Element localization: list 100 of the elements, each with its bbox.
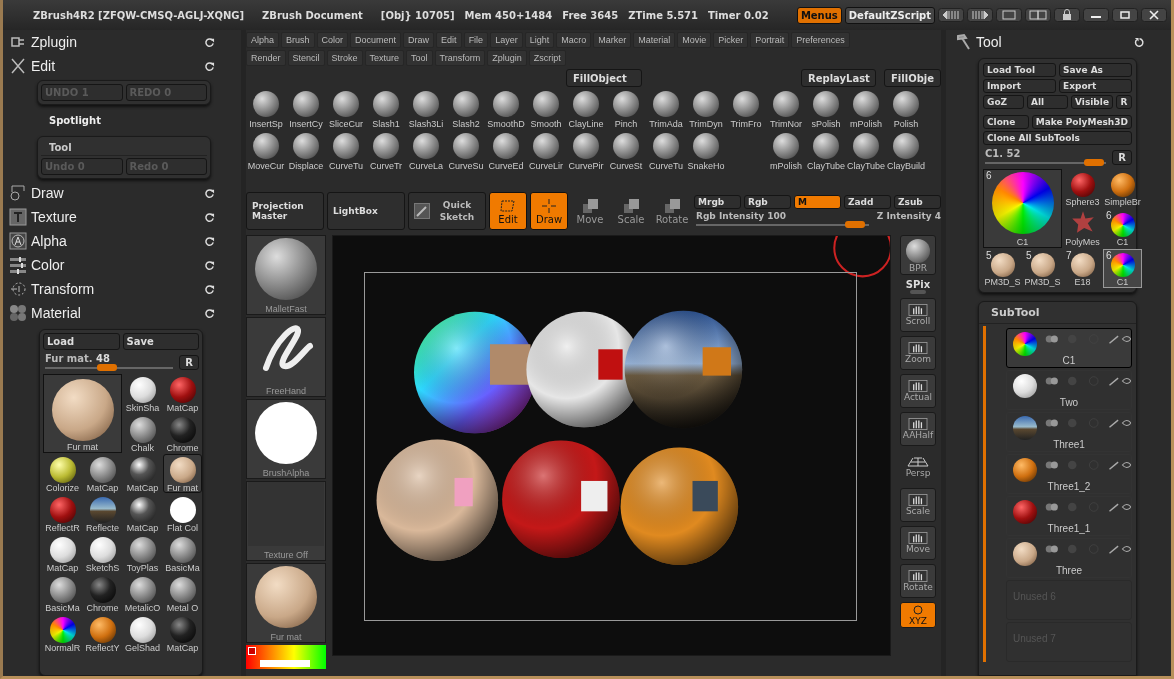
sculpt-preset-thumbnail[interactable]: CurveSu: [446, 131, 486, 171]
refresh-icon[interactable]: [204, 60, 215, 72]
menu-item[interactable]: Picker: [713, 32, 749, 48]
palette-title[interactable]: Material: [31, 305, 200, 321]
scroll-left-icon[interactable]: [938, 8, 964, 22]
reset-button[interactable]: R: [1112, 149, 1132, 165]
menu-item[interactable]: Marker: [593, 32, 632, 48]
spix-slider[interactable]: SPix: [905, 279, 931, 294]
material-swatch[interactable]: BasicMa: [163, 534, 202, 573]
material-swatch[interactable]: SketchS: [83, 534, 122, 573]
menu-item[interactable]: Stencil: [287, 50, 325, 66]
material-swatch[interactable]: ReflectY: [83, 614, 122, 653]
tool-slider[interactable]: C1. 52: [983, 148, 1109, 166]
refresh-icon[interactable]: [204, 259, 215, 271]
sculpt-preset-thumbnail[interactable]: ClayBuild: [886, 131, 926, 171]
save-button[interactable]: Save: [122, 333, 199, 350]
tool-item[interactable]: 6 C1: [983, 169, 1062, 248]
tool-button[interactable]: R: [1116, 95, 1132, 109]
sculpt-preset-thumbnail[interactable]: Pinch: [606, 89, 646, 129]
fill-object-button[interactable]: FillObje: [884, 69, 941, 87]
tool-button[interactable]: Load Tool: [983, 63, 1056, 77]
sculpt-preset-thumbnail[interactable]: Displace: [286, 131, 326, 171]
material-swatch[interactable]: MetalicO: [123, 574, 162, 613]
color-mode-button[interactable]: Mrgb: [694, 194, 741, 209]
material-swatch[interactable]: NormalR: [43, 614, 82, 653]
material-swatch[interactable]: Fur mat: [163, 454, 202, 493]
sculpt-preset-thumbnail[interactable]: ClayTube: [846, 131, 886, 171]
layout-icon[interactable]: [996, 8, 1022, 22]
shelf-button[interactable]: AAHalf: [900, 412, 936, 446]
sculpt-preset-thumbnail[interactable]: TrimAda: [646, 89, 686, 129]
menu-item[interactable]: Alpha: [246, 32, 280, 48]
close-icon[interactable]: [1141, 8, 1167, 22]
tool-item[interactable]: SimpleBr: [1103, 169, 1142, 208]
sculpt-preset-thumbnail[interactable]: CurveEd: [486, 131, 526, 171]
fill-object-button[interactable]: FillObject: [566, 69, 642, 87]
toggle-icons[interactable]: [1045, 332, 1131, 346]
sculpt-preset-thumbnail[interactable]: mPolish: [766, 131, 806, 171]
sculpt-preset-thumbnail[interactable]: CurvePir: [566, 131, 606, 171]
tool-item[interactable]: 5 PM3D_S: [983, 249, 1022, 288]
menu-item[interactable]: Material: [633, 32, 676, 48]
palette-title[interactable]: Transform: [31, 281, 200, 297]
material-swatch[interactable]: Reflecte: [83, 494, 122, 533]
sculpt-preset-thumbnail[interactable]: CurveSt: [606, 131, 646, 171]
sculpt-preset-thumbnail[interactable]: ClayTube: [806, 131, 846, 171]
material-swatch[interactable]: Flat Col: [163, 494, 202, 533]
menu-item[interactable]: Stroke: [326, 50, 363, 66]
shelf-button[interactable]: Rotate: [900, 564, 936, 598]
title-bar-button[interactable]: DefaultZScript: [844, 6, 935, 24]
toggle-icons[interactable]: [1045, 416, 1131, 430]
minimize-icon[interactable]: [1083, 8, 1109, 22]
tool-item[interactable]: 6 C1: [1103, 209, 1142, 248]
material-swatch[interactable]: ReflectR: [43, 494, 82, 533]
material-swatch[interactable]: MatCap: [163, 374, 202, 413]
shelf-button[interactable]: Scale: [900, 488, 936, 522]
sculpt-preset-thumbnail[interactable]: ClayLine: [566, 89, 606, 129]
palette-title[interactable]: Texture: [31, 209, 200, 225]
reset-icon[interactable]: [1134, 36, 1145, 48]
sculpt-preset-thumbnail[interactable]: Slash3Li: [406, 89, 446, 129]
layout-icon[interactable]: [1025, 8, 1051, 22]
subtool-item[interactable]: C1: [1006, 328, 1132, 368]
tool-button[interactable]: Clone All SubTools: [983, 131, 1132, 145]
material-slider[interactable]: Fur mat. 48: [43, 353, 176, 371]
sculpt-preset-thumbnail[interactable]: Slash1: [366, 89, 406, 129]
quick-sketch-button[interactable]: Quick Sketch: [408, 192, 486, 230]
sculpt-preset-thumbnail[interactable]: SnakeHo: [686, 131, 726, 171]
color-mode-button[interactable]: Zsub: [894, 194, 941, 209]
palette-title[interactable]: Zplugin: [31, 34, 200, 50]
menu-item[interactable]: Macro: [556, 32, 592, 48]
sculpt-preset-thumbnail[interactable]: CurveLir: [526, 131, 566, 171]
material-swatch[interactable]: Chrome: [163, 414, 202, 453]
color-mode-button[interactable]: Zadd: [844, 194, 891, 209]
color-mode-button[interactable]: Rgb: [744, 194, 791, 209]
material-swatch[interactable]: MatCap: [163, 614, 202, 653]
toggle-icons[interactable]: [1045, 500, 1131, 514]
sculpt-preset-thumbnail[interactable]: TrimFro: [726, 89, 766, 129]
title-bar-button[interactable]: Menus: [796, 6, 842, 24]
toggle-icons[interactable]: [1045, 542, 1131, 556]
material-swatch[interactable]: GelShad: [123, 614, 162, 653]
shelf-button[interactable]: Zoom: [900, 336, 936, 370]
load-button[interactable]: Load: [43, 333, 120, 350]
sculpt-preset-thumbnail[interactable]: InsertCy: [286, 89, 326, 129]
material-swatch[interactable]: BasicMa: [43, 574, 82, 613]
document-canvas[interactable]: [332, 235, 891, 656]
sculpt-preset-thumbnail[interactable]: mPolish: [846, 89, 886, 129]
shelf-button[interactable]: XYZ: [900, 602, 936, 628]
toggle-icons[interactable]: [1045, 374, 1131, 388]
menu-item[interactable]: File: [463, 32, 489, 48]
menu-item[interactable]: Zplugin: [487, 50, 527, 66]
material-swatch[interactable]: MatCap: [123, 454, 162, 493]
tray-item[interactable]: BrushAlpha: [246, 399, 326, 479]
menu-item[interactable]: Layer: [490, 32, 523, 48]
scroll-right-icon[interactable]: [967, 8, 993, 22]
menu-item[interactable]: Tool: [406, 50, 433, 66]
color-mode-button[interactable]: M: [794, 194, 841, 209]
material-swatch[interactable]: MatCap: [43, 534, 82, 573]
transform-button[interactable]: Scale: [612, 192, 650, 230]
refresh-icon[interactable]: [204, 307, 215, 319]
menu-item[interactable]: Brush: [281, 32, 315, 48]
sculpt-preset-thumbnail[interactable]: SliceCur: [326, 89, 366, 129]
transform-button[interactable]: Rotate: [653, 192, 691, 230]
